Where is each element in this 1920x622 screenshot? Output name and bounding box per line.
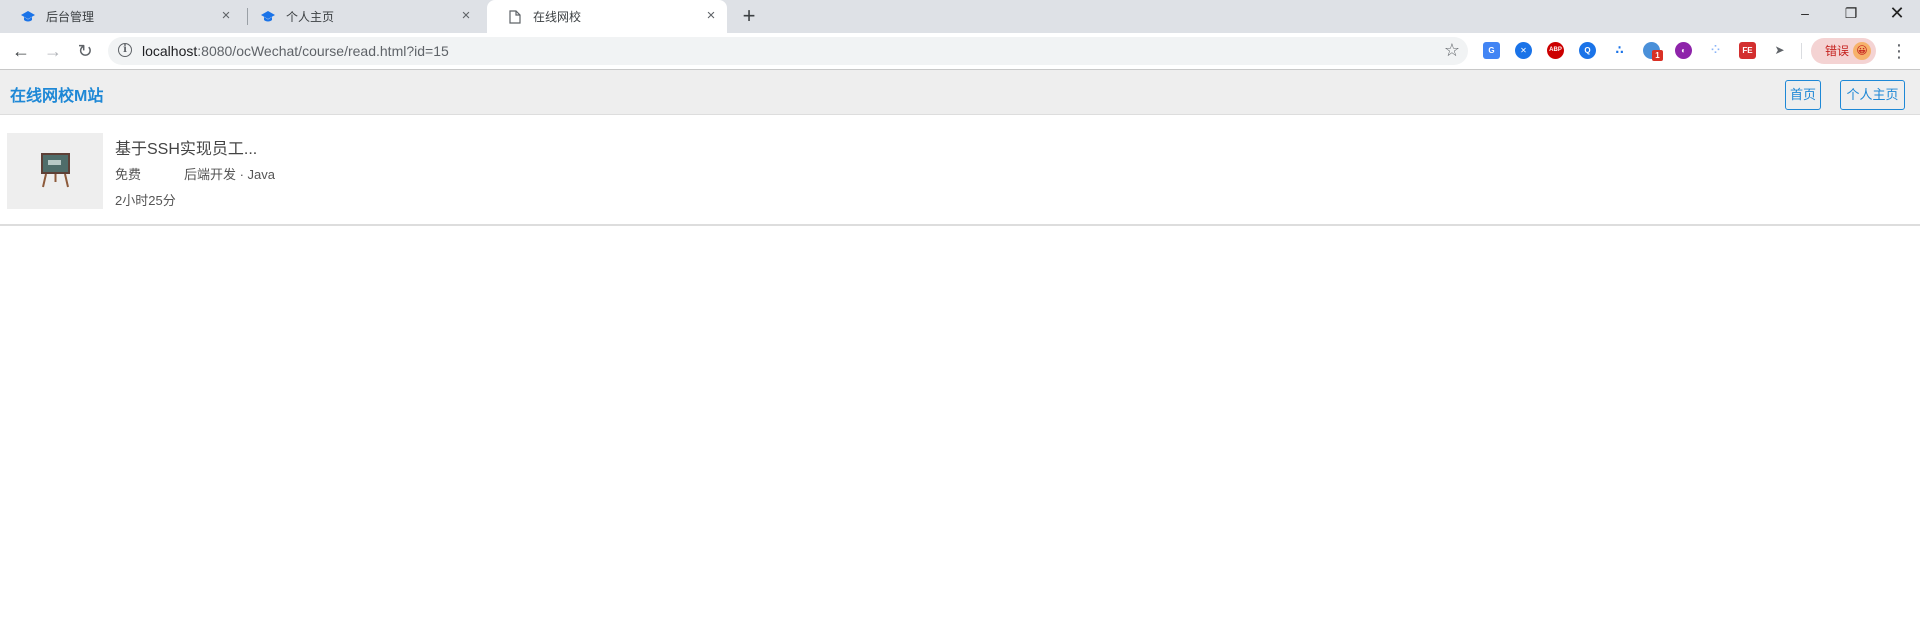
chat-extension-icon[interactable]: Q bbox=[1579, 42, 1596, 59]
back-button[interactable]: ← bbox=[9, 39, 33, 63]
tab-online-school[interactable]: 在线网校 × bbox=[487, 0, 727, 33]
course-price: 免费 bbox=[115, 167, 142, 182]
avatar: 😀 bbox=[1853, 42, 1871, 60]
fe-extension-icon[interactable]: FE bbox=[1739, 42, 1756, 59]
address-bar[interactable]: i localhost:8080/ocWechat/course/read.ht… bbox=[108, 37, 1468, 65]
course-list-item[interactable]: 基于SSH实现员工... 免费 后端开发 · Java 2小时25分 bbox=[0, 116, 1920, 226]
graduation-cap-icon bbox=[260, 9, 276, 25]
browser-tab-strip: 后台管理 × 个人主页 × 在线网校 × + – ❐ ✕ bbox=[0, 0, 1920, 33]
url-text[interactable]: localhost:8080/ocWechat/course/read.html… bbox=[142, 43, 449, 59]
tab-title: 在线网校 bbox=[533, 10, 582, 24]
forward-button[interactable]: → bbox=[41, 39, 65, 63]
tab-admin[interactable]: 后台管理 × bbox=[0, 0, 242, 33]
dots-extension-icon[interactable]: ∴ bbox=[1611, 42, 1628, 59]
close-tab-icon[interactable]: × bbox=[703, 8, 719, 24]
browser-menu-icon[interactable]: ⋮ bbox=[1890, 40, 1908, 62]
adblock-extension-icon[interactable]: ABP bbox=[1547, 42, 1564, 59]
close-tab-icon[interactable]: × bbox=[218, 8, 234, 24]
bookmark-star-icon[interactable]: ☆ bbox=[1444, 40, 1460, 61]
graduation-cap-icon bbox=[20, 9, 36, 25]
translate-extension-icon[interactable]: G bbox=[1483, 42, 1500, 59]
tab-title: 个人主页 bbox=[286, 10, 335, 24]
close-window-button[interactable]: ✕ bbox=[1874, 0, 1920, 28]
course-title[interactable]: 基于SSH实现员工... bbox=[115, 135, 257, 159]
home-button[interactable]: 首页 bbox=[1785, 80, 1821, 110]
new-tab-button[interactable]: + bbox=[736, 4, 762, 30]
purple-extension-icon[interactable]: ◐ bbox=[1675, 42, 1692, 59]
profile-label: 错误 bbox=[1825, 44, 1850, 58]
tab-profile[interactable]: 个人主页 × bbox=[240, 0, 482, 33]
globe-extension-icon[interactable]: 1 bbox=[1643, 42, 1663, 61]
site-header: 在线网校M站 首页 个人主页 bbox=[0, 70, 1920, 115]
profile-page-button[interactable]: 个人主页 bbox=[1840, 80, 1905, 110]
profile-error-button[interactable]: 错误 😀 bbox=[1811, 38, 1876, 64]
chalkboard-icon bbox=[41, 153, 70, 188]
site-brand[interactable]: 在线网校M站 bbox=[10, 82, 103, 106]
close-tab-icon[interactable]: × bbox=[458, 8, 474, 24]
course-category: 后端开发 · Java bbox=[184, 167, 276, 182]
reload-button[interactable]: ↻ bbox=[73, 39, 97, 63]
cursor-extension-icon[interactable]: ➤ bbox=[1771, 42, 1788, 59]
extension-badge: 1 bbox=[1652, 50, 1663, 61]
course-thumbnail[interactable] bbox=[7, 133, 103, 209]
tab-title: 后台管理 bbox=[46, 10, 95, 24]
course-duration: 2小时25分 bbox=[115, 193, 176, 208]
site-info-icon[interactable]: i bbox=[118, 43, 132, 57]
restore-button[interactable]: ❐ bbox=[1828, 0, 1874, 28]
page-icon bbox=[507, 9, 523, 25]
blue-x-extension-icon[interactable]: ✕ bbox=[1515, 42, 1532, 59]
browser-toolbar: ← → ↻ i localhost:8080/ocWechat/course/r… bbox=[0, 33, 1920, 70]
grid-extension-icon[interactable]: ⁘ bbox=[1707, 42, 1724, 59]
toolbar-divider bbox=[1801, 43, 1802, 59]
minimize-button[interactable]: – bbox=[1782, 0, 1828, 28]
